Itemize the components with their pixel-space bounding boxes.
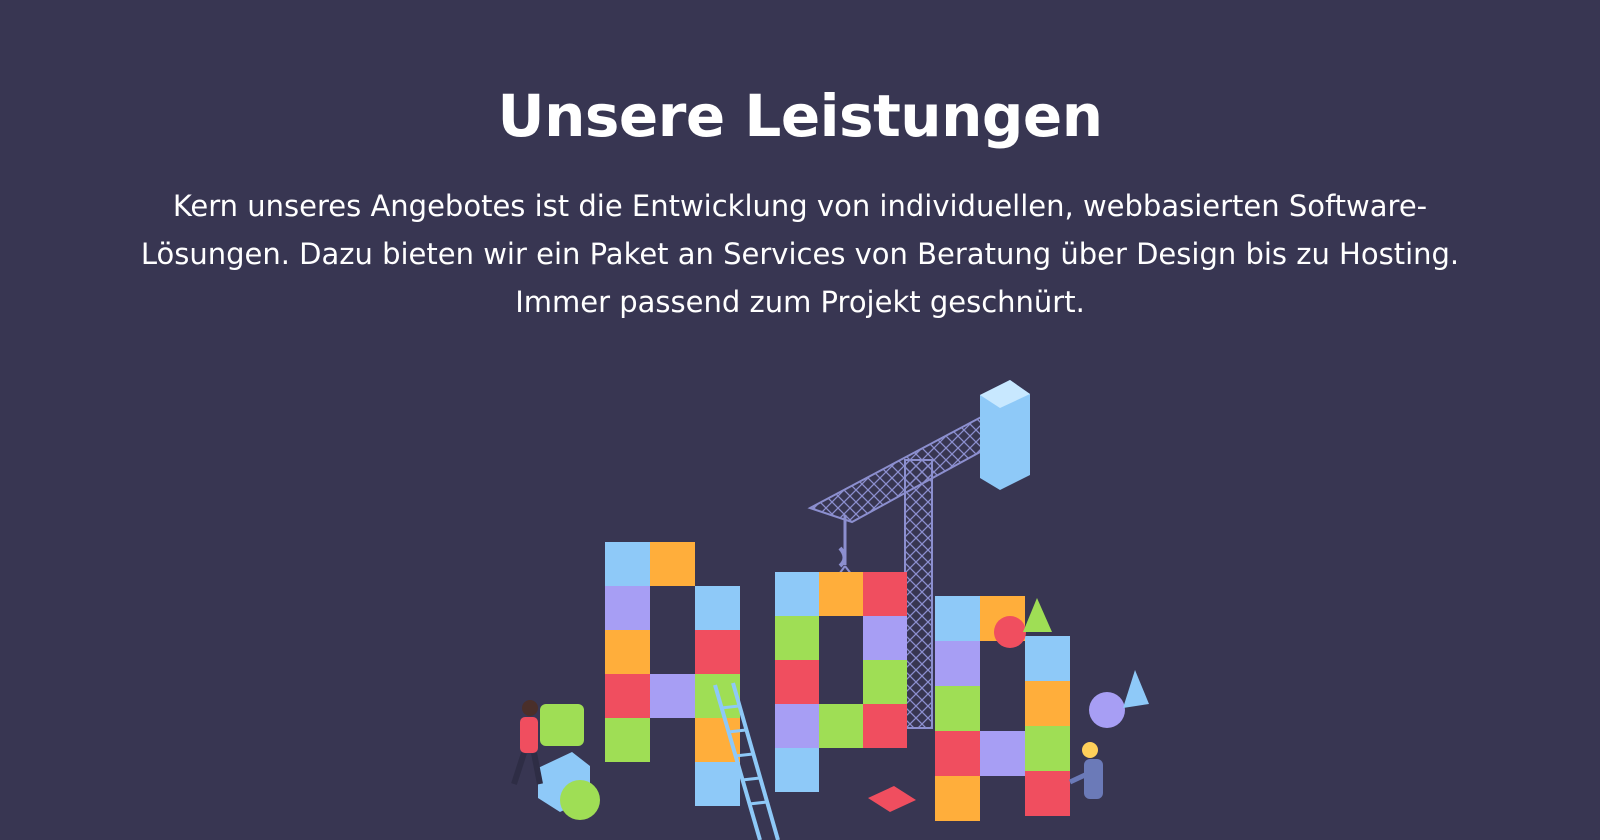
building-blocks-illustration — [511, 380, 1149, 840]
section-intro: Kern unseres Angebotes ist die Entwicklu… — [100, 182, 1500, 326]
toy-block-icon — [538, 542, 1070, 821]
page-title: Unsere Leistungen — [497, 82, 1103, 150]
intro-line: Kern unseres Angebotes ist die Entwicklu… — [172, 189, 1428, 223]
crane-icon — [807, 380, 1030, 729]
intro-line: Immer passend zum Projekt geschnürt. — [515, 285, 1085, 319]
services-section: Unsere Leistungen Kern unseres Angebotes… — [0, 0, 1600, 840]
intro-line: Lösungen. Dazu bieten wir ein Paket an S… — [140, 237, 1460, 271]
